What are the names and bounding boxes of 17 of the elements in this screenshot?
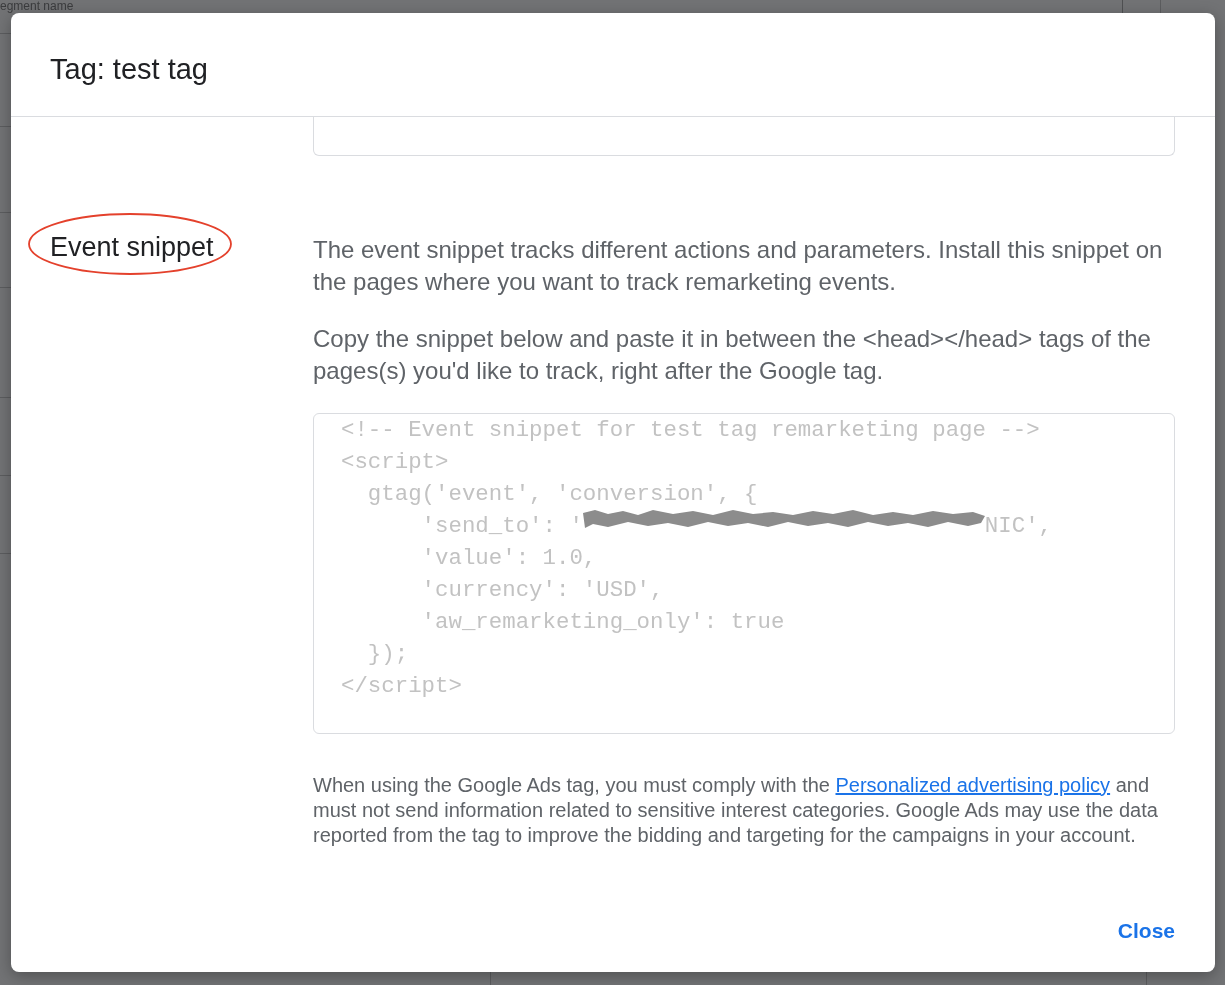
dialog-title: Tag: test tag <box>50 52 208 87</box>
code-line: NIC', <box>984 512 1053 541</box>
code-line: 'currency': 'USD', <box>420 576 664 605</box>
code-line: }); <box>366 640 409 669</box>
description-text: The event snippet tracks different actions and parameters. Install this snippet on the pages where you want to track remarketing events. <box>313 235 1164 297</box>
code-line: </script> <box>341 672 462 701</box>
description-text: Copy the snippet below and paste it in between the <head></head> tags of the pages(s) you'd like to track, right after the Google tag. <box>313 324 1152 386</box>
code-line: 'send_to': ' <box>420 512 583 541</box>
section-label: Event snippet <box>50 231 214 263</box>
code-line: <script> <box>341 448 449 477</box>
code-line: 'value': 1.0, <box>420 544 597 573</box>
policy-link[interactable]: Personalized advertising policy <box>835 774 1111 796</box>
close-button[interactable]: Close <box>1109 911 1183 951</box>
policy-notice: When using the Google Ads tag, you must comply with the Personalized advertising policy and must not send information related to sensitive interest categories. Google Ads may use the data reported from the tag to improve the bidding and targeting for the campaigns in your account. <box>313 773 1159 848</box>
code-line: gtag('event', 'conversion', { <box>366 480 758 509</box>
code-line: 'aw_remarketing_only': true <box>420 608 785 637</box>
code-line: <!-- Event snippet for test tag remarketing page --> <box>341 416 1040 445</box>
